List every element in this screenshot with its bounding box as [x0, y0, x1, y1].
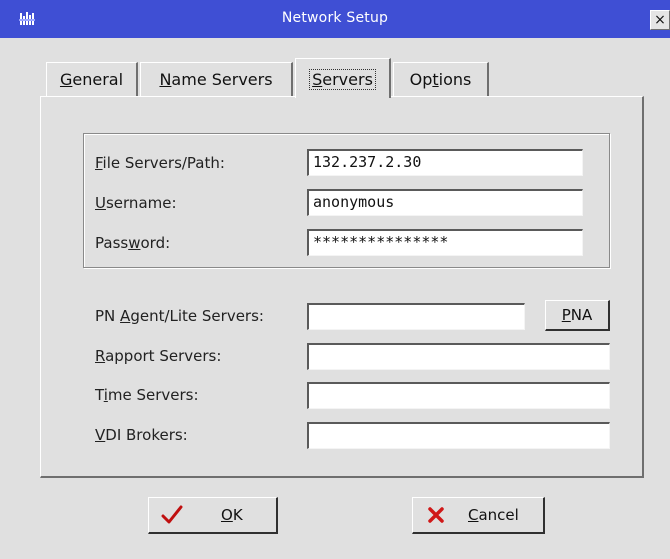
tab-label: General: [59, 70, 124, 89]
tab-general[interactable]: General: [46, 62, 138, 96]
x-icon: [427, 506, 445, 527]
pn-agent-input[interactable]: [307, 303, 525, 330]
cancel-button-label: Cancel: [468, 506, 519, 524]
tab-options[interactable]: Options: [393, 62, 489, 96]
file-servers-input[interactable]: 132.237.2.30: [307, 149, 583, 176]
tab-servers[interactable]: Servers: [295, 58, 391, 98]
rapport-servers-input[interactable]: [307, 343, 610, 370]
username-label: Username:: [95, 194, 177, 212]
close-button[interactable]: ×: [650, 10, 670, 30]
time-servers-label: Time Servers:: [95, 386, 199, 404]
tab-name-servers[interactable]: Name Servers: [140, 62, 293, 96]
ok-button[interactable]: OK: [148, 497, 278, 534]
title-bar[interactable]: Network Setup ×: [0, 0, 670, 38]
rapport-servers-label: Rapport Servers:: [95, 347, 222, 365]
ok-button-label: OK: [221, 506, 243, 524]
username-input[interactable]: anonymous: [307, 189, 583, 216]
time-servers-input[interactable]: [307, 382, 610, 409]
window-title: Network Setup: [281, 10, 389, 26]
vdi-brokers-input[interactable]: [307, 422, 610, 449]
network-setup-dialog: Network Setup × General Name Servers Ser…: [0, 0, 670, 559]
cancel-button[interactable]: Cancel: [412, 497, 545, 534]
file-servers-label: File Servers/Path:: [95, 154, 225, 172]
pn-agent-label: PN Agent/Lite Servers:: [95, 307, 264, 325]
tab-label: Servers: [309, 69, 376, 90]
checkmark-icon: [161, 505, 183, 528]
pna-button[interactable]: PNA: [545, 300, 610, 331]
close-icon: ×: [654, 12, 666, 28]
tab-label: Options: [409, 70, 472, 89]
tab-label: Name Servers: [159, 70, 273, 89]
password-label: Password:: [95, 234, 171, 252]
password-input[interactable]: ***************: [307, 229, 583, 256]
pna-button-label: PNA: [561, 306, 593, 324]
vdi-brokers-label: VDI Brokers:: [95, 426, 188, 444]
